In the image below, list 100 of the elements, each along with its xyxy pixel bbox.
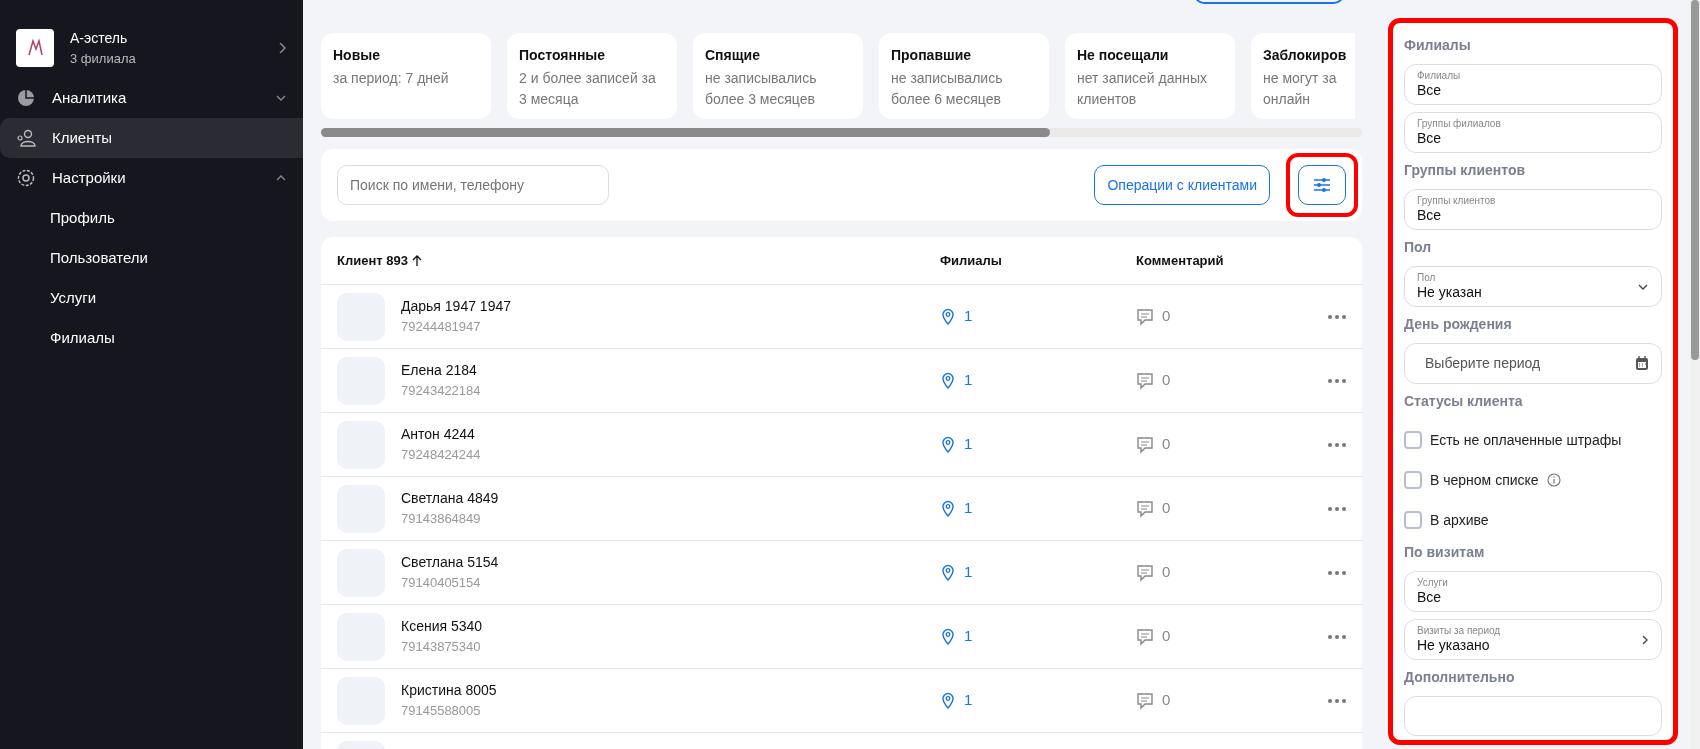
branch-count[interactable]: 1 [964, 561, 973, 584]
comment-count: 0 [1162, 434, 1171, 455]
select-field[interactable]: Группы клиентов Все [1404, 189, 1662, 230]
sidebar-item[interactable]: Аналитика [0, 78, 303, 118]
branch-count[interactable]: 1 [964, 625, 973, 648]
select-field[interactable]: Группы филиалов Все [1404, 112, 1662, 153]
comment-count: 0 [1162, 626, 1171, 647]
org-subtitle: 3 филиала [70, 49, 137, 68]
scrollbar[interactable] [1690, 0, 1700, 749]
more-icon[interactable] [1328, 698, 1346, 703]
comment-icon [1136, 627, 1154, 646]
client-name[interactable]: Светлана 4849 [401, 488, 499, 510]
more-icon[interactable] [1328, 570, 1346, 575]
submenu-item[interactable]: Услуги [0, 278, 303, 318]
column-header: Филиалы [940, 251, 1002, 270]
location-pin-icon [940, 435, 956, 454]
segment-title: Новые [333, 46, 381, 65]
submenu-item[interactable]: Филиалы [0, 318, 303, 358]
section-heading: Группы клиентов [1404, 161, 1527, 180]
segment-card[interactable]: Не посещали нет записей данных клиентов [1065, 33, 1235, 119]
section-heading: Филиалы [1404, 36, 1472, 55]
chevron-right-icon [1641, 633, 1649, 646]
submenu-item[interactable]: Пользователи [0, 238, 303, 278]
branch-count[interactable]: 1 [964, 369, 973, 392]
checkbox[interactable] [1404, 431, 1422, 449]
segment-subtitle: не записывались более 3 месяцев [705, 69, 818, 109]
client-phone: 79140405154 [401, 574, 482, 593]
section-heading: Пол [1404, 238, 1433, 257]
segment-card[interactable]: Пропавшие не записывались более 6 месяцев [879, 33, 1049, 119]
comment-count: 0 [1162, 690, 1171, 711]
select-field[interactable]: Пол Не указан [1404, 266, 1662, 307]
search-field[interactable]: Поиск по имени, телефону [337, 165, 609, 205]
chevron-down-icon [275, 94, 287, 102]
segment-title: Пропавшие [891, 46, 973, 65]
more-icon[interactable] [1328, 634, 1346, 639]
more-icon[interactable] [1328, 506, 1346, 511]
operations-button[interactable]: Операции с клиентами [1094, 165, 1270, 205]
client-name[interactable]: Елена 2184 [401, 360, 481, 382]
segment-title: Не посещали [1077, 46, 1170, 65]
chevron-up-icon [275, 174, 287, 182]
scrollbar[interactable] [321, 128, 1362, 137]
segment-title: Спящие [705, 46, 761, 65]
checkbox[interactable] [1404, 471, 1422, 489]
client-name[interactable]: Кристина 8005 [401, 680, 497, 702]
branch-count[interactable]: 1 [964, 305, 973, 328]
input-field[interactable] [1404, 696, 1662, 736]
branch-count[interactable]: 1 [964, 689, 973, 712]
checkbox-label: В черном списке [1430, 470, 1539, 490]
branch-count[interactable]: 1 [964, 497, 973, 520]
branch-count[interactable]: 1 [964, 433, 973, 456]
more-icon[interactable] [1328, 442, 1346, 447]
location-pin-icon [940, 499, 956, 518]
sidebar-item[interactable]: Клиенты [0, 118, 303, 158]
field-value: Все [1417, 82, 1443, 99]
people-icon [16, 128, 36, 148]
client-phone: 79143864849 [401, 510, 482, 529]
comment-count: 0 [1162, 306, 1171, 327]
client-name[interactable]: Дарья 1947 1947 [401, 296, 511, 318]
org-name: А-эстель [70, 28, 129, 48]
segment-subtitle: не записывались более 6 месяцев [891, 69, 1004, 109]
select-field[interactable]: Визиты за период Не указано [1404, 619, 1662, 660]
location-pin-icon [940, 691, 956, 710]
field-label: Филиалы [1417, 70, 1462, 82]
org-switcher[interactable]: А-эстель 3 филиала [0, 22, 303, 74]
comment-count: 0 [1162, 562, 1171, 583]
client-phone: 79244481947 [401, 318, 482, 337]
segment-card[interactable]: Новые за период: 7 дней [321, 33, 491, 119]
comment-icon [1136, 435, 1154, 454]
field-label: Группы клиентов [1417, 195, 1497, 207]
client-name[interactable]: Антон 4244 [401, 424, 481, 446]
segment-title: Постоянные [519, 46, 607, 65]
more-icon[interactable] [1328, 314, 1346, 319]
segment-card[interactable]: Заблокиров не могут за онлайн [1251, 33, 1355, 119]
client-phone: 79145588005 [401, 702, 482, 721]
client-phone: 79248424244 [401, 446, 481, 465]
field-value: Все [1417, 130, 1443, 147]
field-label: Услуги [1417, 577, 1449, 589]
submenu-item[interactable]: Профиль [0, 198, 303, 238]
segment-subtitle: 2 и более записей за 3 месяца [519, 69, 657, 109]
location-pin-icon [940, 563, 956, 582]
select-field[interactable]: Услуги Все [1404, 571, 1662, 612]
more-icon[interactable] [1328, 378, 1346, 383]
checkbox[interactable] [1404, 511, 1422, 529]
date-field[interactable]: Выберите период [1404, 343, 1662, 384]
comment-icon [1136, 307, 1154, 326]
section-heading: Дополнительно [1404, 668, 1516, 687]
field-value: Не указано [1417, 637, 1491, 654]
client-name[interactable]: Светлана 5154 [401, 552, 499, 574]
sidebar-item[interactable]: Настройки [0, 158, 303, 198]
segment-card[interactable]: Постоянные 2 и более записей за 3 месяца [507, 33, 677, 119]
segment-card[interactable]: Спящие не записывались более 3 месяцев [693, 33, 863, 119]
client-phone: 79143875340 [401, 638, 482, 657]
sliders-icon [1312, 177, 1332, 193]
section-heading: По визитам [1404, 543, 1486, 562]
filter-button[interactable] [1298, 165, 1346, 205]
checkbox-label: В архиве [1430, 510, 1489, 530]
calendar-icon [1635, 356, 1649, 371]
select-field[interactable]: Филиалы Все [1404, 64, 1662, 105]
comment-icon [1136, 499, 1154, 518]
client-name[interactable]: Ксения 5340 [401, 616, 483, 638]
